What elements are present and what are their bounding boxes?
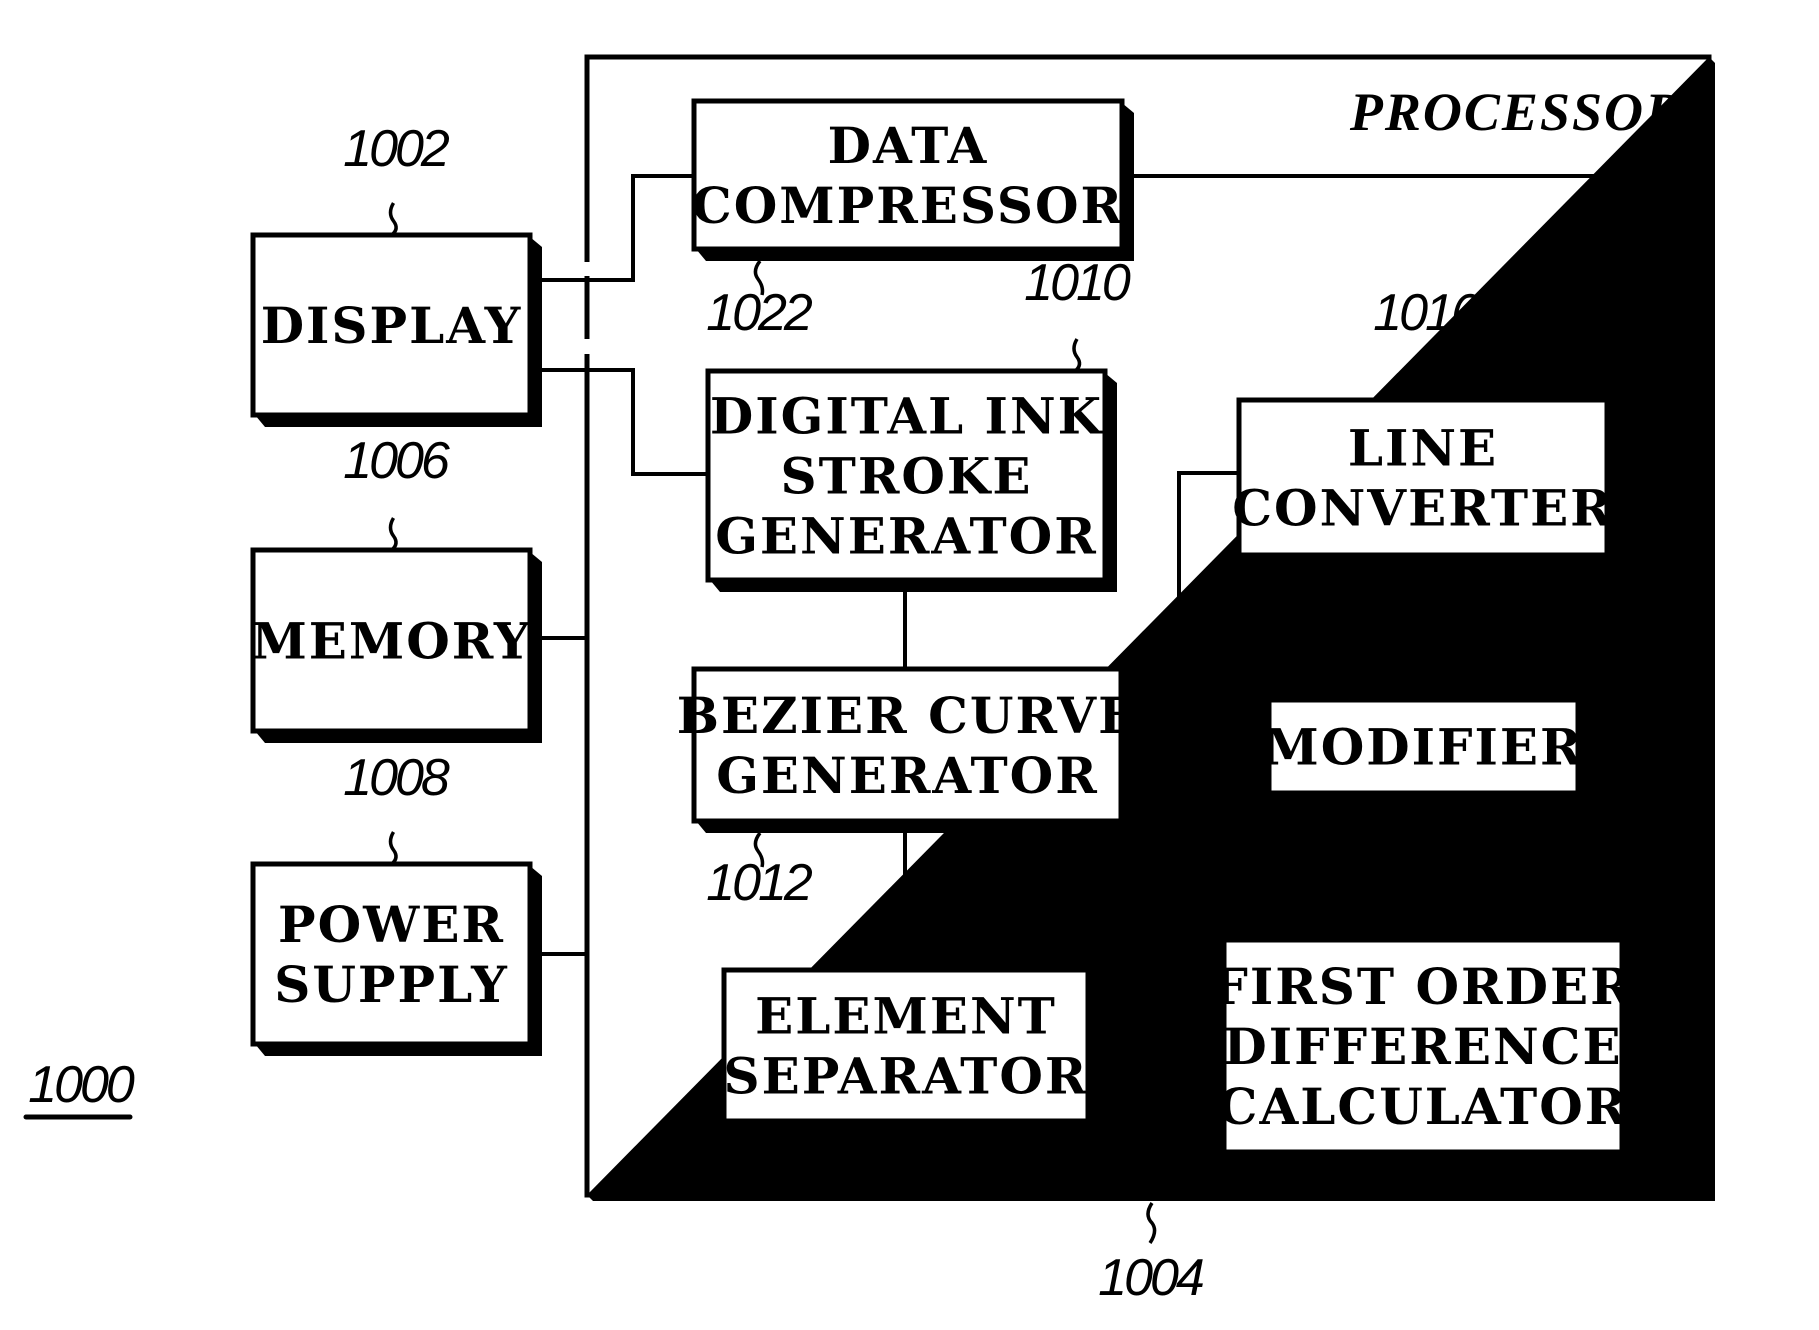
block-label: SEPARATOR bbox=[724, 1047, 1089, 1106]
modifier-block: MODIFIER bbox=[1263, 697, 1590, 805]
processor-border-gap bbox=[583, 262, 591, 276]
ref-numeral: 1018 bbox=[1463, 584, 1570, 642]
block-label: BEZIER CURVE bbox=[677, 686, 1138, 745]
ref-numeral: 1008 bbox=[343, 749, 450, 807]
block-label: CONVERTER bbox=[1232, 479, 1614, 538]
block-label: MODIFIER bbox=[1263, 718, 1583, 777]
block-label: FIRST ORDER bbox=[1212, 957, 1633, 1016]
data-compressor-block: DATACOMPRESSOR bbox=[691, 98, 1134, 261]
leader-line bbox=[1072, 338, 1082, 373]
leader-line bbox=[388, 202, 398, 237]
block-label: GENERATOR bbox=[716, 746, 1099, 805]
ref-numeral: 1022 bbox=[706, 284, 813, 342]
block-label: ELEMENT bbox=[755, 987, 1057, 1046]
ref-numeral: 1002 bbox=[343, 120, 450, 178]
block-label: DISPLAY bbox=[261, 296, 523, 355]
processor-ref-numeral: 1004 bbox=[1098, 1249, 1203, 1307]
ref-numeral: 1016 bbox=[1373, 284, 1480, 342]
element-separator-block: ELEMENTSEPARATOR bbox=[721, 967, 1100, 1133]
connection-line bbox=[530, 174, 694, 282]
leader-line bbox=[388, 831, 398, 866]
first-order-difference-calculator-block: FIRST ORDERDIFFERENCECALCULATOR bbox=[1212, 937, 1634, 1164]
connection-line bbox=[530, 368, 708, 476]
display-block: DISPLAY bbox=[250, 232, 542, 427]
power-supply-block: POWERSUPPLY bbox=[250, 861, 542, 1056]
block-label: STROKE bbox=[781, 447, 1033, 506]
leader-line bbox=[388, 517, 398, 552]
leader-line bbox=[1146, 1202, 1157, 1244]
ref-numeral: 1012 bbox=[706, 854, 813, 912]
block-border bbox=[250, 861, 533, 1047]
bezier-curve-generator-block: BEZIER CURVEGENERATOR bbox=[677, 666, 1138, 833]
block-label: MEMORY bbox=[251, 612, 531, 671]
block-label: GENERATOR bbox=[715, 507, 1098, 566]
block-label: COMPRESSOR bbox=[692, 176, 1124, 235]
block-label: DIFFERENCE bbox=[1223, 1017, 1622, 1076]
line-converter-block: LINECONVERTER bbox=[1232, 397, 1619, 567]
processor-border-gap bbox=[583, 339, 591, 354]
block-label: LINE bbox=[1348, 419, 1498, 478]
digital-ink-stroke-generator-block: DIGITAL INKSTROKEGENERATOR bbox=[705, 368, 1117, 592]
block-label: CALCULATOR bbox=[1218, 1077, 1629, 1136]
memory-block: MEMORY bbox=[250, 547, 542, 743]
block-diagram: PROCESSOR DISPLAYMEMORYPOWERSUPPLYDATACO… bbox=[23, 54, 1715, 1307]
ref-numeral: 1010 bbox=[1024, 254, 1131, 312]
block-label: SUPPLY bbox=[274, 955, 509, 1014]
ref-numeral: 1014 bbox=[976, 854, 1081, 912]
block-label: POWER bbox=[278, 895, 505, 954]
figure-ref-numeral: 1000 bbox=[28, 1056, 135, 1114]
block-label: DATA bbox=[828, 116, 989, 175]
block-label: DIGITAL INK bbox=[710, 387, 1103, 446]
processor-label: PROCESSOR bbox=[1349, 82, 1683, 142]
ref-numeral: 1006 bbox=[343, 432, 450, 490]
ref-numeral: 1020 bbox=[1510, 824, 1617, 882]
